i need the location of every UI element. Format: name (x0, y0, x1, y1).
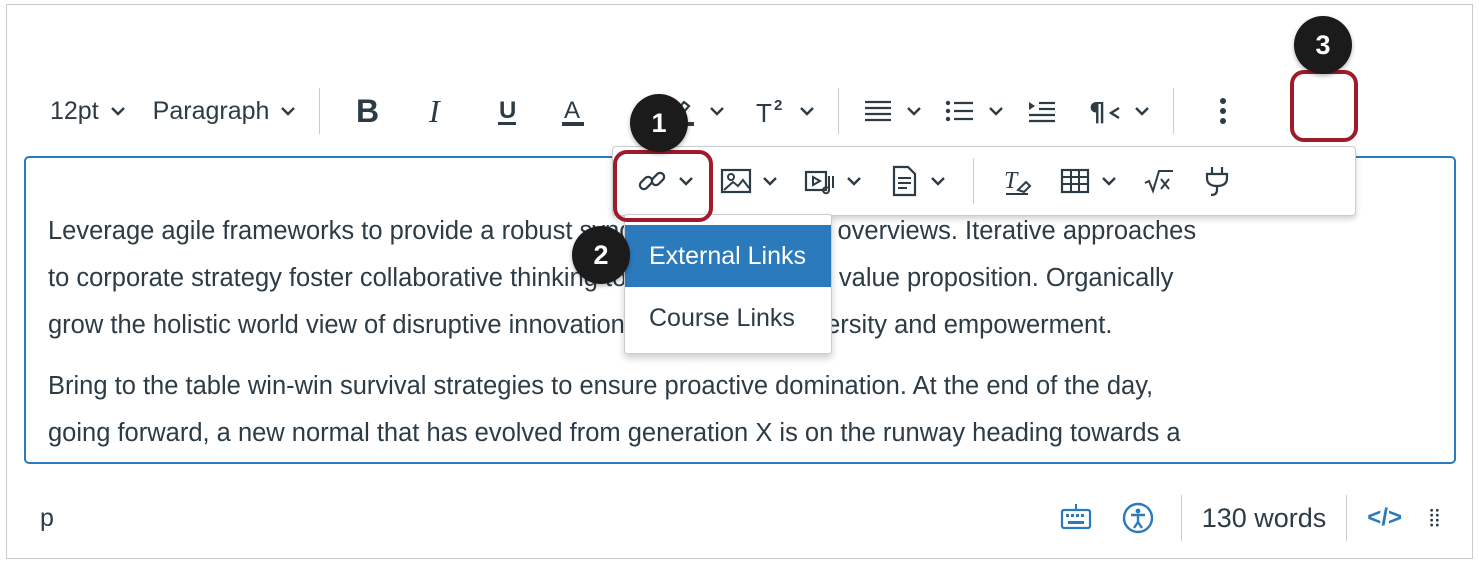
accessibility-checker-button[interactable] (1107, 491, 1169, 545)
bold-button[interactable]: B (332, 84, 402, 138)
paragraph-direction-button[interactable]: ¶ (1069, 84, 1161, 138)
svg-text:T: T (756, 98, 772, 128)
svg-text:B: B (356, 94, 379, 128)
chevron-down-icon (1102, 177, 1116, 186)
chevron-down-icon (281, 107, 296, 116)
chevron-down-icon (110, 107, 125, 116)
callout-highlight-more (1290, 70, 1358, 142)
table-button[interactable] (1046, 151, 1130, 211)
image-button[interactable] (707, 151, 791, 211)
superscript-icon: T2 (756, 97, 782, 128)
italic-icon: I (428, 94, 441, 128)
word-count: 130 words (1201, 502, 1327, 533)
svg-text:2: 2 (774, 97, 782, 114)
paragraph-line: Bring to the table win-win survival stra… (48, 372, 1154, 400)
toolbar-divider (973, 158, 974, 204)
element-path[interactable]: p (40, 504, 54, 533)
chevron-down-icon (931, 177, 945, 186)
drag-handle-icon (1430, 508, 1439, 527)
document-icon (892, 165, 917, 197)
text-color-button[interactable]: A (542, 84, 604, 138)
clear-format-button[interactable]: T (988, 151, 1046, 211)
table-icon (1060, 168, 1090, 194)
underline-button[interactable]: U (472, 84, 542, 138)
indent-button[interactable] (1015, 84, 1069, 138)
align-button[interactable] (851, 84, 933, 138)
editor-status-bar: p 130 words </> (24, 478, 1456, 558)
html-editor-toggle[interactable]: </> (1347, 504, 1422, 532)
document-button[interactable] (875, 151, 959, 211)
align-icon (865, 100, 892, 122)
chevron-down-icon (800, 107, 815, 116)
toolbar-divider (838, 88, 840, 134)
chevron-down-icon (763, 177, 777, 186)
chevron-down-icon (847, 177, 861, 186)
plugin-icon (1205, 167, 1229, 197)
chevron-down-icon (989, 107, 1004, 116)
plugin-button[interactable] (1188, 151, 1246, 211)
chevron-down-icon (1135, 107, 1150, 116)
paragraph-line: going forward, a new normal that has evo… (48, 419, 1181, 447)
paragraph-direction-icon: ¶ (1089, 98, 1121, 128)
media-button[interactable] (791, 151, 875, 211)
clear-format-icon: T (1004, 168, 1032, 195)
callout-badge-1: 1 (630, 94, 688, 152)
block-format-label: Paragraph (152, 96, 270, 125)
menu-item-external-links[interactable]: External Links (625, 225, 831, 287)
overflow-toolbar: T (612, 146, 1356, 216)
callout-badge-3: 3 (1294, 16, 1352, 74)
superscript-button[interactable]: T2 (736, 84, 826, 138)
chevron-down-icon (710, 107, 725, 116)
italic-button[interactable]: I (402, 84, 472, 138)
font-size-select[interactable]: 12pt (40, 84, 137, 138)
underline-icon: U (498, 97, 517, 125)
bold-icon: B (356, 94, 379, 128)
status-bar-controls: 130 words </> (1045, 478, 1456, 558)
equation-icon (1144, 170, 1173, 195)
link-dropdown-menu: External Links Course Links (624, 214, 832, 354)
toolbar-divider (1173, 88, 1175, 134)
menu-item-course-links[interactable]: Course Links (625, 287, 831, 349)
image-icon (720, 168, 752, 194)
toolbar-divider (319, 88, 321, 134)
keyboard-icon (1060, 504, 1091, 530)
svg-text:U: U (499, 97, 516, 124)
svg-text:¶: ¶ (1089, 98, 1106, 128)
font-size-label: 12pt (50, 96, 99, 125)
callout-badge-2: 2 (572, 226, 630, 284)
svg-text:I: I (428, 94, 441, 128)
media-icon (804, 170, 834, 195)
block-format-select[interactable]: Paragraph (143, 84, 308, 138)
accessibility-icon (1122, 502, 1153, 534)
more-vertical-icon (1220, 98, 1227, 124)
keyboard-shortcuts-button[interactable] (1045, 491, 1107, 545)
indent-icon (1029, 101, 1056, 123)
more-button[interactable] (1186, 84, 1258, 138)
resize-handle[interactable] (1422, 491, 1456, 545)
chevron-down-icon (907, 107, 922, 116)
callout-highlight-link (613, 150, 713, 222)
list-icon (946, 100, 974, 122)
list-button[interactable] (933, 84, 1015, 138)
svg-text:A: A (564, 97, 580, 124)
text-color-icon: A (562, 97, 585, 126)
equation-button[interactable] (1130, 151, 1188, 211)
